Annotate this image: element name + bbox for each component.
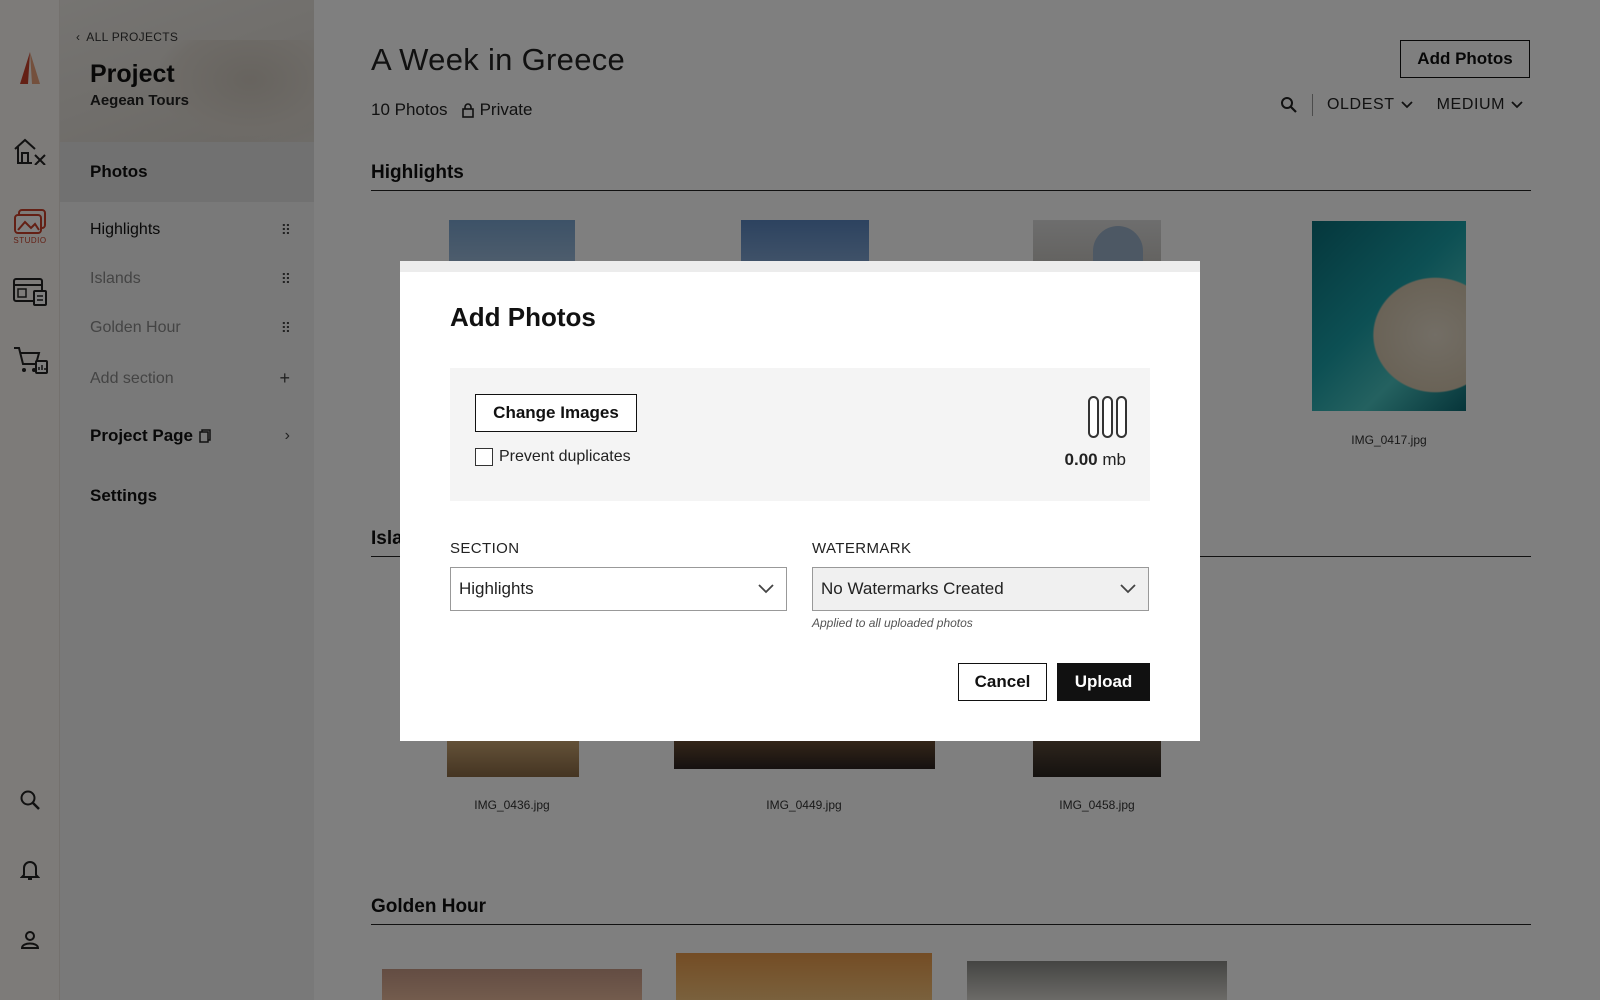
section-select[interactable]: Highlights bbox=[450, 567, 787, 611]
section-select-value: Highlights bbox=[459, 579, 534, 598]
change-images-button[interactable]: Change Images bbox=[475, 394, 637, 432]
prevent-duplicates-checkbox[interactable] bbox=[475, 448, 493, 466]
watermark-select[interactable]: No Watermarks Created bbox=[812, 567, 1149, 611]
watermark-hint: Applied to all uploaded photos bbox=[812, 616, 973, 630]
upload-size: 0.00 mb bbox=[1065, 450, 1126, 470]
prevent-duplicates-option[interactable]: Prevent duplicates bbox=[475, 448, 631, 466]
prevent-duplicates-label: Prevent duplicates bbox=[499, 448, 631, 465]
dialog-title: Add Photos bbox=[450, 302, 596, 332]
upload-area: Change Images Prevent duplicates 0.00 mb bbox=[450, 368, 1150, 501]
upload-size-value: 0.00 bbox=[1064, 450, 1098, 469]
add-photos-dialog: Add Photos Change Images Prevent duplica… bbox=[400, 261, 1200, 741]
upload-size-unit: mb bbox=[1102, 450, 1126, 469]
watermark-select-value: No Watermarks Created bbox=[821, 579, 1004, 598]
upload-progress-icon bbox=[1088, 396, 1127, 438]
section-field-label: SECTION bbox=[450, 540, 520, 557]
chevron-down-icon bbox=[1120, 584, 1136, 594]
watermark-field-label: WATERMARK bbox=[812, 540, 912, 557]
chevron-down-icon bbox=[758, 584, 774, 594]
upload-button[interactable]: Upload bbox=[1057, 663, 1150, 701]
cancel-button[interactable]: Cancel bbox=[958, 663, 1047, 701]
